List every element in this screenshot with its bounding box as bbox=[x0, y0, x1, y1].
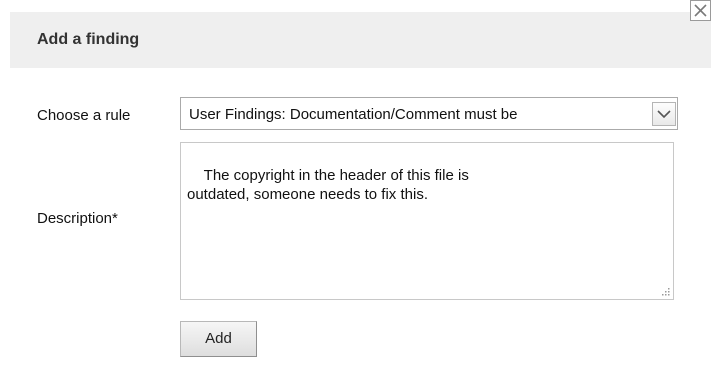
add-finding-dialog: Add a finding Choose a rule User Finding… bbox=[0, 0, 711, 381]
rule-select[interactable]: User Findings: Documentation/Comment mus… bbox=[180, 97, 678, 130]
rule-select-value: User Findings: Documentation/Comment mus… bbox=[189, 106, 518, 123]
chevron-down-icon bbox=[657, 110, 671, 119]
dialog-title: Add a finding bbox=[37, 31, 140, 48]
description-textarea[interactable]: The copyright in the header of this file… bbox=[180, 142, 674, 300]
rule-label: Choose a rule bbox=[37, 107, 131, 124]
close-button[interactable] bbox=[690, 0, 711, 21]
description-label: Description* bbox=[37, 210, 118, 227]
close-icon bbox=[694, 4, 707, 17]
add-button[interactable]: Add bbox=[180, 321, 257, 357]
dropdown-arrow[interactable] bbox=[652, 102, 676, 126]
resize-grip-icon[interactable] bbox=[660, 286, 670, 296]
description-text: The copyright in the header of this file… bbox=[187, 167, 469, 203]
dialog-header: Add a finding bbox=[10, 12, 711, 68]
